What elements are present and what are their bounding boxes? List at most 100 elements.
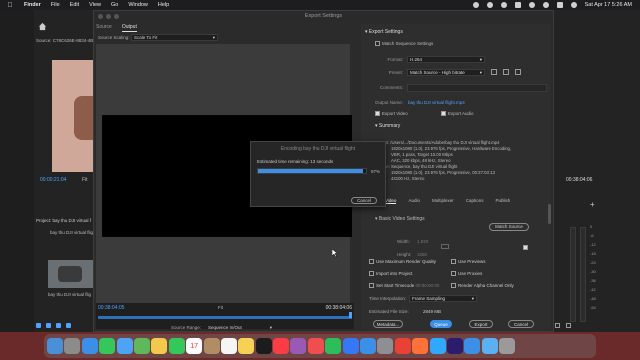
use-proxies-row[interactable]: Use Proxies <box>451 271 482 277</box>
encoding-cancel-button[interactable]: Cancel <box>351 197 377 204</box>
folder-icon[interactable] <box>481 338 498 354</box>
time-interpolation-select[interactable]: Frame Sampling ▾ <box>409 295 477 302</box>
timecode-in[interactable]: 00:38:04:05 <box>98 305 124 311</box>
menu-window[interactable]: Window <box>128 2 148 8</box>
menu-edit[interactable]: Edit <box>70 2 79 8</box>
maps-icon[interactable] <box>133 338 150 354</box>
import-preset-icon[interactable] <box>503 69 509 75</box>
export-audio-row[interactable]: Export Audio <box>441 111 474 117</box>
link-dimensions-icon[interactable] <box>441 244 449 249</box>
height-value[interactable]: 1080 <box>417 252 427 257</box>
tab-video[interactable]: Video <box>385 198 397 204</box>
start-timecode-value[interactable]: 00:00:00:00 <box>416 283 440 288</box>
menu-go[interactable]: Go <box>111 2 118 8</box>
chrome-icon[interactable] <box>394 338 411 354</box>
source-timecode[interactable]: 00:00:21:04 <box>40 177 66 183</box>
news-icon[interactable] <box>307 338 324 354</box>
start-timecode-row[interactable]: Set Start Timecode 00:00:00:00 <box>369 283 440 289</box>
format-select[interactable]: H.264 ▾ <box>407 56 485 63</box>
tab-captions[interactable]: Captions <box>466 198 484 204</box>
minimize-window-icon[interactable] <box>106 14 111 19</box>
cancel-button[interactable]: Cancel <box>508 320 534 328</box>
list-view-icon[interactable] <box>46 323 51 328</box>
launchpad-icon[interactable] <box>64 338 81 354</box>
firefox-icon[interactable] <box>412 338 429 354</box>
summary-header[interactable]: ▾ Summary <box>375 123 400 129</box>
save-preset-icon[interactable] <box>491 69 497 75</box>
notes-icon[interactable] <box>238 338 255 354</box>
settings-scrollbar[interactable] <box>548 204 551 224</box>
home-icon[interactable] <box>38 22 47 31</box>
apple-icon[interactable]:  <box>6 2 14 9</box>
export-settings-header[interactable]: ▾ Export Settings <box>365 29 403 35</box>
messages-icon[interactable] <box>99 338 116 354</box>
safari-icon[interactable] <box>81 338 98 354</box>
project-item-thumbnail[interactable] <box>48 260 94 288</box>
icon-view-icon[interactable] <box>56 323 61 328</box>
import-project-checkbox[interactable] <box>369 271 374 277</box>
preset-select[interactable]: Match Source - High bitrate ▾ <box>407 69 485 76</box>
calendar-icon[interactable]: 17 <box>186 338 203 354</box>
numbers-icon[interactable] <box>325 338 342 354</box>
solo-icon[interactable] <box>555 323 560 328</box>
app-store-icon[interactable] <box>360 338 377 354</box>
match-sequence-checkbox[interactable] <box>375 41 380 47</box>
render-alpha-checkbox[interactable] <box>451 283 456 289</box>
keynote-icon[interactable] <box>342 338 359 354</box>
match-source-button[interactable]: Match Source <box>489 223 529 231</box>
contacts-icon[interactable] <box>203 338 220 354</box>
program-timecode[interactable]: 00:38:04:06 <box>566 177 592 183</box>
export-audio-checkbox[interactable] <box>441 111 446 117</box>
project-panel-label[interactable]: Project: bay thu DJI virtual f <box>36 218 94 223</box>
tab-multiplexer[interactable]: Multiplexer <box>432 198 454 204</box>
source-fit[interactable]: Fit <box>82 177 88 183</box>
photos-icon[interactable] <box>151 338 168 354</box>
render-alpha-row[interactable]: Render Alpha Channel Only <box>451 283 514 289</box>
project-item-name[interactable]: bay thu DJI virtual flig <box>48 292 94 297</box>
podcasts-icon[interactable] <box>290 338 307 354</box>
playhead-handle[interactable] <box>349 312 352 318</box>
pencil-icon[interactable] <box>36 323 41 328</box>
use-previews-checkbox[interactable] <box>451 259 456 265</box>
use-proxies-checkbox[interactable] <box>451 271 456 277</box>
tab-output[interactable]: Output <box>121 24 137 32</box>
tab-audio[interactable]: Audio <box>408 198 420 204</box>
tab-publish[interactable]: Publish <box>495 198 510 204</box>
menubar-clock[interactable]: Sat Apr 17 5:26 AM <box>585 2 632 8</box>
timecode-out[interactable]: 00:38:04:06 <box>326 305 352 311</box>
output-name-link[interactable]: bay thu DJI virtual flight.mp4 <box>408 100 465 105</box>
freeform-icon[interactable] <box>66 323 71 328</box>
width-value[interactable]: 1,920 <box>417 239 428 244</box>
siri-icon[interactable] <box>570 2 577 8</box>
status-record-icon[interactable] <box>472 2 479 8</box>
control-center-icon[interactable] <box>556 2 563 8</box>
dimension-checkbox[interactable] <box>523 245 528 250</box>
menu-app-name[interactable]: Finder <box>24 2 41 8</box>
downloads-icon[interactable] <box>464 338 481 354</box>
match-sequence-row[interactable]: Match Sequence Settings <box>375 41 433 47</box>
comments-input[interactable] <box>407 84 547 92</box>
search-icon[interactable] <box>542 2 549 8</box>
settings-icon[interactable] <box>377 338 394 354</box>
start-timecode-checkbox[interactable] <box>369 283 374 289</box>
tab-source[interactable]: Source <box>96 24 112 32</box>
reminders-icon[interactable] <box>220 338 237 354</box>
close-window-icon[interactable] <box>98 14 103 19</box>
premiere-icon[interactable] <box>446 338 463 354</box>
battery-icon[interactable] <box>514 2 521 8</box>
timeline-track[interactable] <box>98 316 352 319</box>
finder-icon[interactable] <box>47 338 63 354</box>
timeline-fit-select[interactable]: Fit <box>218 305 223 310</box>
status-screen-icon[interactable] <box>486 2 493 8</box>
import-project-row[interactable]: Import into Project <box>369 271 413 277</box>
trash-icon[interactable] <box>499 338 516 354</box>
add-button-icon[interactable]: + <box>590 200 595 209</box>
source-scaling-select[interactable]: Scale To Fit ▾ <box>131 34 218 41</box>
menu-view[interactable]: View <box>89 2 101 8</box>
source-range-select[interactable]: Sequence In/Out ▾ <box>206 325 274 332</box>
facetime-icon[interactable] <box>168 338 185 354</box>
max-render-quality-checkbox[interactable] <box>369 259 374 265</box>
mail-icon[interactable] <box>116 338 133 354</box>
export-button[interactable]: Export <box>469 320 493 328</box>
queue-button[interactable]: Queue <box>430 320 452 328</box>
